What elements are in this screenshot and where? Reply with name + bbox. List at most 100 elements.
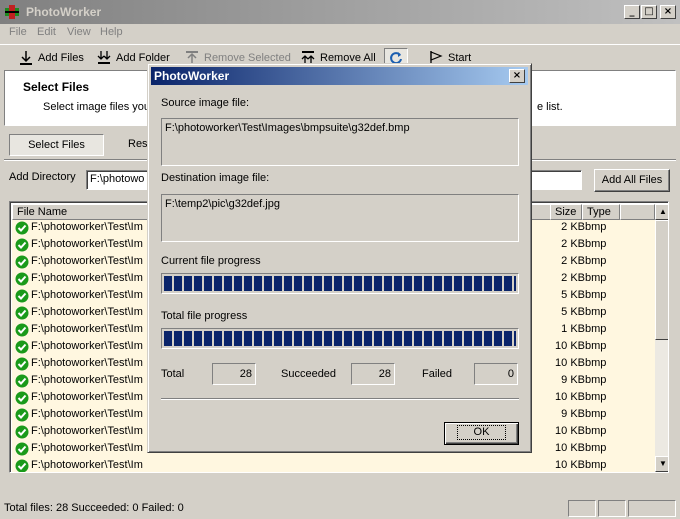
row-type: bmp <box>585 408 607 420</box>
row-file-name: F:\photoworker\Test\Im <box>31 255 143 267</box>
row-file-name: F:\photoworker\Test\Im <box>31 238 143 250</box>
row-file-name: F:\photoworker\Test\Im <box>31 272 143 284</box>
destination-file-value: F:\temp2\pic\g32def.jpg <box>165 198 280 210</box>
row-size: 2 KB <box>561 272 585 284</box>
row-size: 9 KB <box>561 408 585 420</box>
success-check-icon <box>15 221 29 235</box>
column-size[interactable]: Size <box>550 204 582 220</box>
row-size: 10 KB <box>555 442 585 454</box>
row-file-name: F:\photoworker\Test\Im <box>31 425 143 437</box>
row-type: bmp <box>585 238 607 250</box>
source-file-box: F:\photoworker\Test\Images\bmpsuite\g32d… <box>161 118 519 166</box>
header-title: Select Files <box>23 80 90 94</box>
row-type: bmp <box>585 391 607 403</box>
row-file-name: F:\photoworker\Test\Im <box>31 459 143 471</box>
add-files-icon <box>20 51 32 65</box>
status-bar: Total files: 28 Succeeded: 0 Failed: 0 <box>0 497 680 519</box>
row-type: bmp <box>585 272 607 284</box>
row-type: bmp <box>585 442 607 454</box>
row-size: 10 KB <box>555 340 585 352</box>
row-size: 5 KB <box>561 289 585 301</box>
row-size: 2 KB <box>561 255 585 267</box>
failed-count-label: Failed <box>422 368 452 380</box>
total-progress-fill <box>164 331 516 346</box>
row-size: 2 KB <box>561 238 585 250</box>
row-type: bmp <box>585 357 607 369</box>
success-check-icon <box>15 272 29 286</box>
success-check-icon <box>15 238 29 252</box>
menu-file[interactable]: File <box>9 26 27 38</box>
row-type: bmp <box>585 459 607 471</box>
add-files-button[interactable]: Add Files <box>16 48 86 68</box>
menu-help[interactable]: Help <box>100 26 123 38</box>
success-check-icon <box>15 255 29 269</box>
column-extra <box>620 204 655 220</box>
row-size: 10 KB <box>555 357 585 369</box>
row-file-name: F:\photoworker\Test\Im <box>31 391 143 403</box>
destination-file-box: F:\temp2\pic\g32def.jpg <box>161 194 519 242</box>
row-type: bmp <box>585 425 607 437</box>
success-check-icon <box>15 323 29 337</box>
destination-file-label: Destination image file: <box>161 172 270 184</box>
tab-select-files[interactable]: Select Files <box>9 134 104 156</box>
status-text: Total files: 28 Succeeded: 0 Failed: 0 <box>4 502 184 514</box>
dialog-title: PhotoWorker <box>154 69 230 83</box>
total-progress-label: Total file progress <box>161 310 248 322</box>
success-check-icon <box>15 442 29 456</box>
vertical-scrollbar[interactable]: ▲ ▼ <box>655 204 668 472</box>
ok-button[interactable]: OK <box>444 422 519 445</box>
success-check-icon <box>15 306 29 320</box>
scroll-down-button[interactable]: ▼ <box>655 456 668 472</box>
row-file-name: F:\photoworker\Test\Im <box>31 374 143 386</box>
row-file-name: F:\photoworker\Test\Im <box>31 408 143 420</box>
directory-input-tail[interactable] <box>530 170 582 190</box>
menu-edit[interactable]: Edit <box>37 26 56 38</box>
scroll-thumb[interactable] <box>655 220 668 340</box>
row-file-name: F:\photoworker\Test\Im <box>31 442 143 454</box>
status-panel <box>568 500 596 517</box>
success-check-icon <box>15 391 29 405</box>
succeeded-count-value: 28 <box>351 363 395 385</box>
success-check-icon <box>15 459 29 472</box>
progress-dialog: PhotoWorker × Source image file: F:\phot… <box>147 63 532 453</box>
table-row[interactable]: F:\photoworker\Test\Im 10 KB bmp <box>12 458 655 472</box>
close-button[interactable]: × <box>660 5 676 19</box>
minimize-button[interactable]: _ <box>624 5 640 19</box>
row-file-name: F:\photoworker\Test\Im <box>31 289 143 301</box>
success-check-icon <box>15 425 29 439</box>
directory-input[interactable]: F:\photowo <box>86 170 150 190</box>
maximize-button[interactable]: □ <box>641 5 657 19</box>
row-size: 10 KB <box>555 425 585 437</box>
column-type[interactable]: Type <box>582 204 620 220</box>
failed-count-value: 0 <box>474 363 518 385</box>
menu-view[interactable]: View <box>67 26 91 38</box>
total-count-value: 28 <box>212 363 256 385</box>
row-size: 10 KB <box>555 459 585 471</box>
header-description-tail: e list. <box>537 101 563 113</box>
add-directory-label: Add Directory <box>9 171 76 183</box>
row-type: bmp <box>585 323 607 335</box>
add-all-files-button[interactable]: Add All Files <box>594 169 670 192</box>
dialog-close-button[interactable]: × <box>509 69 525 83</box>
scroll-up-button[interactable]: ▲ <box>655 204 668 220</box>
row-size: 1 KB <box>561 323 585 335</box>
header-description: Select image files you <box>43 101 150 113</box>
row-file-name: F:\photoworker\Test\Im <box>31 221 143 233</box>
row-size: 2 KB <box>561 221 585 233</box>
ok-label: OK <box>456 425 507 440</box>
success-check-icon <box>15 340 29 354</box>
add-files-label: Add Files <box>38 52 84 64</box>
main-titlebar: PhotoWorker _ □ × <box>0 0 680 24</box>
current-progress-label: Current file progress <box>161 255 261 267</box>
menu-bar: File Edit View Help <box>0 24 680 42</box>
current-file-progress-bar <box>161 273 519 294</box>
row-size: 5 KB <box>561 306 585 318</box>
succeeded-count-label: Succeeded <box>281 368 337 380</box>
add-folder-icon <box>97 51 111 64</box>
source-file-label: Source image file: <box>161 97 250 109</box>
photoworker-app-icon <box>5 5 19 19</box>
success-check-icon <box>15 357 29 371</box>
row-file-name: F:\photoworker\Test\Im <box>31 323 143 335</box>
row-type: bmp <box>585 289 607 301</box>
row-file-name: F:\photoworker\Test\Im <box>31 340 143 352</box>
